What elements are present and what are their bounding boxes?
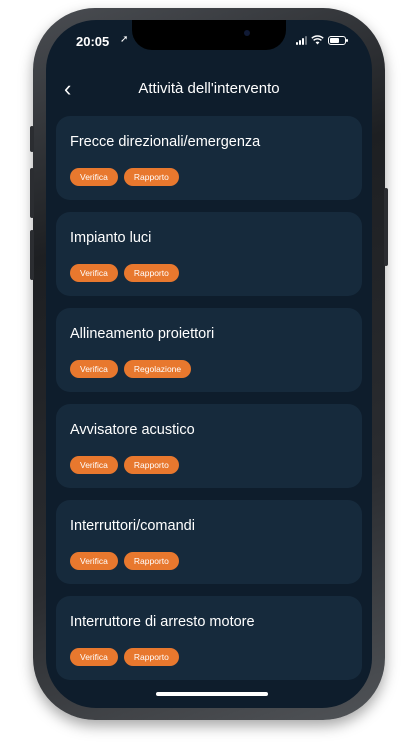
tag-rapporto[interactable]: Rapporto bbox=[123, 552, 179, 570]
tag-rapporto[interactable]: Rapporto bbox=[123, 456, 179, 474]
status-time: 20:05 bbox=[76, 34, 110, 49]
activity-tags: Verifica Rapporto bbox=[70, 552, 179, 570]
nav-bar: ‹ Attività dell'intervento bbox=[46, 76, 372, 106]
activity-tags: Verifica Rapporto bbox=[70, 168, 179, 186]
tag-verifica[interactable]: Verifica bbox=[70, 264, 118, 282]
activity-card[interactable]: Impianto luci Verifica Rapporto bbox=[56, 212, 362, 296]
page-title: Attività dell'intervento bbox=[138, 80, 280, 97]
tag-rapporto[interactable]: Rapporto bbox=[123, 264, 179, 282]
activity-tags: Verifica Rapporto bbox=[70, 264, 179, 282]
power-button bbox=[384, 188, 388, 266]
status-icons bbox=[296, 35, 348, 45]
tag-regolazione[interactable]: Regolazione bbox=[123, 360, 192, 378]
mute-switch bbox=[30, 126, 34, 152]
app-screen: 20:05 ➚ ‹ Attività dell'intervento Frecc… bbox=[46, 20, 372, 708]
activity-title: Frecce direzionali/emergenza bbox=[70, 134, 261, 150]
activity-list: Frecce direzionali/emergenza Verifica Ra… bbox=[56, 116, 362, 692]
activity-tags: Verifica Rapporto bbox=[70, 456, 179, 474]
tag-verifica[interactable]: Verifica bbox=[70, 360, 118, 378]
activity-card[interactable]: Allineamento proiettori Verifica Regolaz… bbox=[56, 308, 362, 392]
tag-rapporto[interactable]: Rapporto bbox=[123, 648, 179, 666]
tag-verifica[interactable]: Verifica bbox=[70, 552, 118, 570]
tag-rapporto[interactable]: Rapporto bbox=[123, 168, 179, 186]
home-indicator[interactable] bbox=[156, 692, 268, 696]
activity-title: Avvisatore acustico bbox=[70, 422, 195, 438]
activity-card[interactable]: Avvisatore acustico Verifica Rapporto bbox=[56, 404, 362, 488]
tag-verifica[interactable]: Verifica bbox=[70, 456, 118, 474]
activity-card[interactable]: Frecce direzionali/emergenza Verifica Ra… bbox=[56, 116, 362, 200]
camera-icon bbox=[244, 30, 250, 36]
activity-tags: Verifica Rapporto bbox=[70, 648, 179, 666]
activity-title: Interruttore di arresto motore bbox=[70, 614, 255, 630]
activity-title: Interruttori/comandi bbox=[70, 518, 195, 534]
tag-verifica[interactable]: Verifica bbox=[70, 648, 118, 666]
activity-card[interactable]: Interruttori/comandi Verifica Rapporto bbox=[56, 500, 362, 584]
volume-up-button bbox=[30, 168, 34, 218]
activity-tags: Verifica Regolazione bbox=[70, 360, 192, 378]
wifi-icon bbox=[311, 35, 324, 45]
battery-icon bbox=[328, 35, 348, 45]
cellular-signal-icon bbox=[296, 35, 307, 45]
phone-frame: 20:05 ➚ ‹ Attività dell'intervento Frecc… bbox=[30, 8, 388, 720]
volume-down-button bbox=[30, 230, 34, 280]
tag-verifica[interactable]: Verifica bbox=[70, 168, 118, 186]
activity-title: Allineamento proiettori bbox=[70, 326, 215, 342]
activity-title: Impianto luci bbox=[70, 230, 152, 246]
activity-card[interactable]: Interruttore di arresto motore Verifica … bbox=[56, 596, 362, 680]
notch bbox=[132, 20, 286, 50]
location-arrow-icon: ➚ bbox=[120, 34, 129, 45]
